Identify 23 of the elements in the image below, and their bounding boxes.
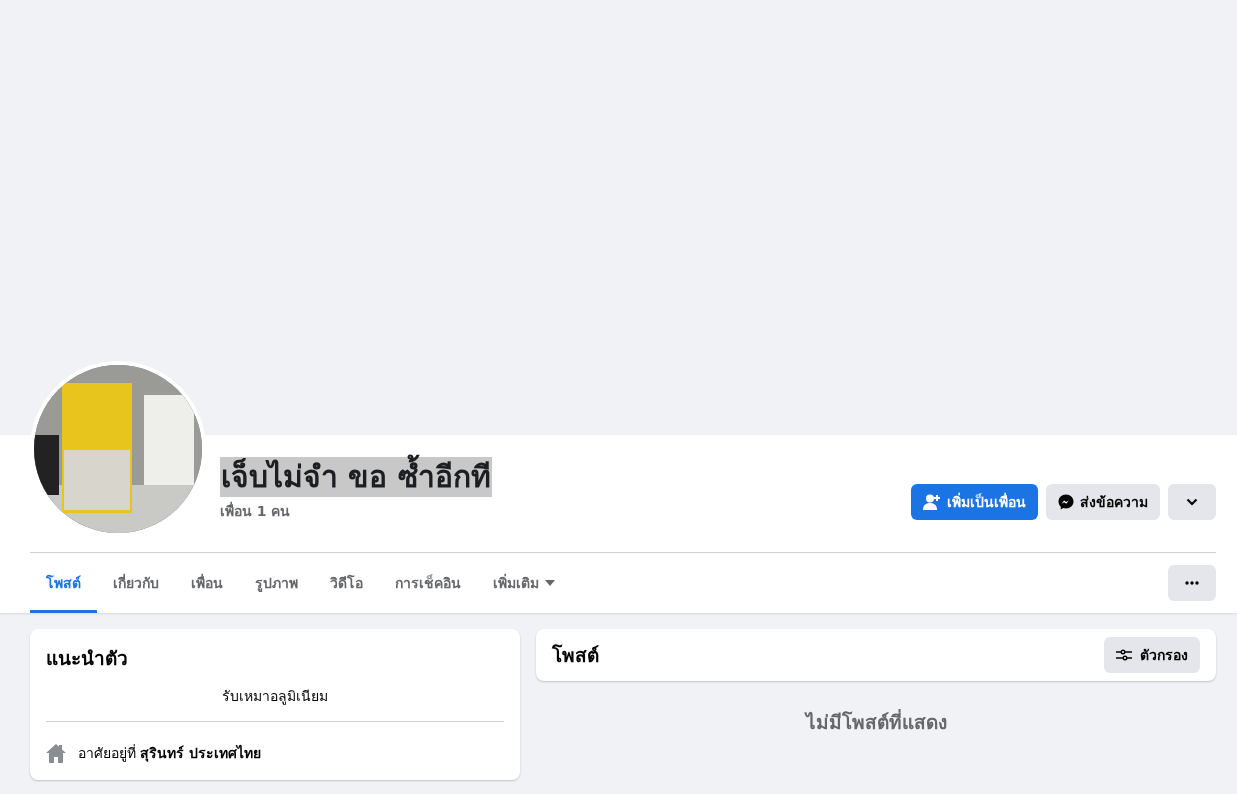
message-button[interactable]: ส่งข้อความ (1046, 484, 1160, 520)
bio-text: รับเหมาอลูมิเนียม (46, 673, 504, 722)
profile-tab[interactable]: การเช็คอิน (379, 553, 477, 613)
profile-tab[interactable]: เพิ่มเติม (477, 553, 571, 613)
profile-tab[interactable]: วิดีโอ (314, 553, 379, 613)
more-options-button[interactable] (1168, 565, 1216, 601)
lives-in-text: อาศัยอยู่ที่ สุรินทร์ ประเทศไทย (78, 743, 262, 764)
chevron-down-icon (1186, 498, 1198, 506)
messenger-icon (1058, 494, 1074, 510)
home-icon (46, 743, 66, 763)
profile-tab[interactable]: เพื่อน (175, 553, 239, 613)
add-friend-button[interactable]: เพิ่มเป็นเพื่อน (911, 484, 1038, 520)
intro-title: แนะนำตัว (46, 646, 129, 671)
ellipsis-icon (1185, 581, 1199, 585)
posts-title: โพสต์ (552, 643, 599, 668)
profile-tab[interactable]: เกี่ยวกับ (97, 553, 175, 613)
empty-posts-message: ไม่มีโพสต์ที่แสดง (803, 708, 948, 735)
person-plus-icon (923, 494, 941, 510)
filter-button[interactable]: ตัวกรอง (1104, 637, 1200, 673)
profile-tab[interactable]: โพสต์ (30, 553, 97, 613)
profile-tab[interactable]: รูปภาพ (239, 553, 314, 613)
friend-count[interactable]: เพื่อน 1 คน (220, 500, 291, 522)
sliders-icon (1116, 649, 1132, 661)
